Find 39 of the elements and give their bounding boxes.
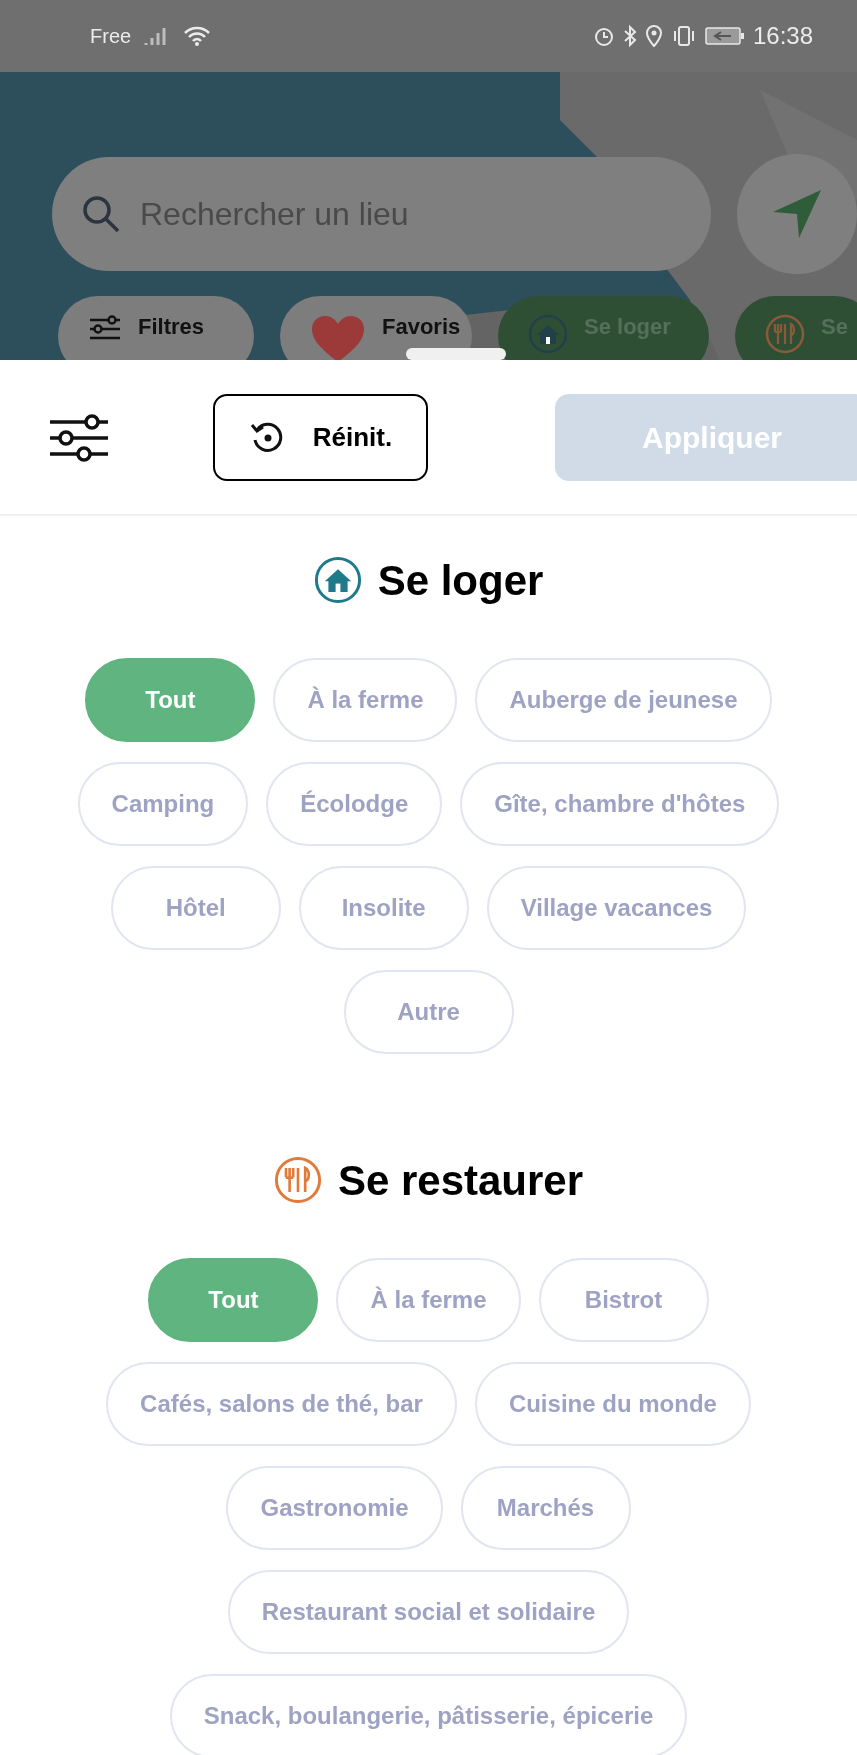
option-chip[interactable]: Gastronomie bbox=[226, 1466, 443, 1550]
section-title: Se restaurer bbox=[337, 1155, 584, 1206]
option-chip[interactable]: Restaurant social et solidaire bbox=[227, 1570, 630, 1654]
option-chip[interactable]: Insolite bbox=[298, 866, 469, 950]
option-chip[interactable]: À la ferme bbox=[336, 1258, 521, 1342]
battery-icon bbox=[704, 26, 745, 46]
navigation-arrow-icon bbox=[771, 188, 823, 240]
option-chip[interactable]: Camping bbox=[77, 762, 249, 846]
option-chip[interactable]: À la ferme bbox=[273, 658, 458, 742]
house-icon bbox=[313, 556, 362, 604]
option-chip[interactable]: Auberge de jeunese bbox=[475, 658, 772, 742]
section-title: Se loger bbox=[377, 555, 544, 606]
location-icon bbox=[644, 25, 663, 47]
option-chip[interactable]: Village vacances bbox=[486, 866, 747, 950]
clock: 16:38 bbox=[752, 21, 813, 51]
option-chip[interactable]: Écolodge bbox=[266, 762, 443, 846]
option-chip[interactable]: Gîte, chambre d'hôtes bbox=[460, 762, 780, 846]
option-chip[interactable]: Tout bbox=[148, 1258, 319, 1342]
house-icon bbox=[528, 314, 568, 354]
carrier-name: Free bbox=[90, 24, 132, 49]
wifi-icon bbox=[183, 25, 212, 47]
option-chip[interactable]: Marchés bbox=[460, 1466, 631, 1550]
sliders-icon[interactable] bbox=[48, 411, 110, 464]
alarm-icon bbox=[592, 25, 615, 47]
option-chip[interactable]: Autre bbox=[343, 970, 514, 1054]
heart-icon bbox=[310, 314, 366, 360]
option-chip[interactable]: Tout bbox=[85, 658, 256, 742]
option-chip[interactable]: Cafés, salons de thé, bar bbox=[106, 1362, 457, 1446]
search-icon bbox=[80, 193, 122, 235]
option-chip[interactable]: Snack, boulangerie, pâtisserie, épicerie bbox=[169, 1674, 688, 1755]
filter-chip[interactable]: Filtres bbox=[58, 296, 254, 360]
drag-handle[interactable] bbox=[406, 348, 506, 360]
reset-button[interactable]: Réinit. bbox=[213, 394, 428, 481]
option-chip[interactable]: Bistrot bbox=[538, 1258, 709, 1342]
option-chip[interactable]: Hôtel bbox=[110, 866, 281, 950]
cutlery-icon bbox=[273, 1156, 322, 1204]
cutlery-icon bbox=[765, 314, 805, 354]
option-chip[interactable]: Cuisine du monde bbox=[474, 1362, 751, 1446]
bluetooth-icon bbox=[622, 25, 637, 47]
